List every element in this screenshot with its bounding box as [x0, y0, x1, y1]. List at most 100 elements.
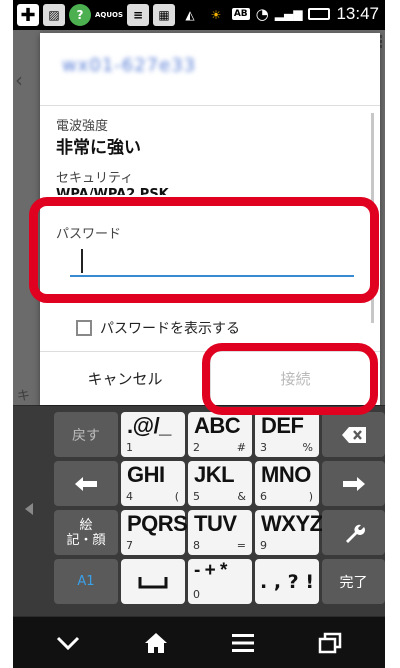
key-label: ABC: [194, 413, 241, 438]
key-sub-left: 8: [193, 539, 200, 552]
key-symbols[interactable]: .@/_ 1: [121, 412, 185, 457]
recent-apps-button[interactable]: [300, 617, 360, 668]
key-label: . , ? !: [260, 570, 314, 593]
weather-icon: ☀: [210, 8, 222, 22]
key-label: .@/_: [127, 413, 171, 438]
key-pqrs[interactable]: PQRS 7: [121, 510, 188, 555]
hide-keyboard-button[interactable]: [38, 617, 98, 668]
space-icon: [121, 559, 185, 604]
key-sub-left: 3: [260, 441, 267, 454]
key-sub-right: ): [308, 490, 313, 503]
security-value: WPA/WPA2 PSK: [56, 187, 169, 195]
signal-icon: ▂▄▆: [274, 7, 303, 21]
key-operators[interactable]: - + * 0: [188, 559, 252, 604]
qr-icon: ▦: [153, 4, 175, 26]
key-label: TUV: [194, 511, 237, 536]
back-chevron-icon: ‹: [15, 68, 23, 92]
screen: ✚ ▨ ? AQUOS ≡ ▦ ◭ ☀ AB ◔ ▂▄▆ 13:47 ‹ キ w…: [13, 0, 385, 668]
security-label: セキュリティ: [56, 171, 134, 186]
key-label: - + *: [194, 560, 227, 581]
key-sub-left: 4: [126, 490, 133, 503]
home-button[interactable]: [126, 617, 186, 668]
space-key[interactable]: [121, 559, 185, 604]
key-sub-left: 9: [260, 539, 267, 552]
wrench-icon: [322, 510, 385, 555]
emoji-key[interactable]: 絵 記・顔: [54, 510, 118, 555]
navigation-bar: [13, 617, 385, 668]
key-jkl[interactable]: JKL 5 &: [188, 461, 252, 506]
show-password-label: パスワードを表示する: [100, 321, 240, 337]
notes-icon: ≡: [127, 4, 149, 26]
recent-apps-icon: [318, 632, 342, 653]
key-abc[interactable]: ABC 2 #: [188, 412, 252, 457]
chevron-down-icon: [56, 636, 80, 650]
menu-icon: [232, 633, 254, 652]
image-icon: ▨: [43, 4, 65, 26]
key-punctuation[interactable]: . , ? !: [255, 559, 319, 604]
help-icon: ?: [69, 4, 91, 26]
key-sub-left: 5: [193, 490, 200, 503]
key-sub-left: 6: [260, 490, 267, 503]
signal-strength-value: 非常に強い: [56, 138, 141, 158]
plus-icon: ✚: [17, 4, 39, 26]
cursor-left-key[interactable]: [54, 461, 118, 506]
key-sub-right: =: [236, 539, 246, 552]
key-label: GHI: [127, 462, 165, 487]
notification-icons: ✚ ▨ ? AQUOS ≡ ▦ ◭ ☀: [17, 4, 227, 26]
undo-key[interactable]: 戻す: [54, 412, 118, 457]
key-label: PQRS: [127, 511, 188, 536]
phone-frame: ✚ ▨ ? AQUOS ≡ ▦ ◭ ☀ AB ◔ ▂▄▆ 13:47 ‹ キ w…: [0, 0, 400, 668]
key-sub-right: %: [302, 441, 313, 454]
emoji-key-label: 絵 記・顔: [66, 517, 106, 548]
status-right: AB ◔ ▂▄▆ 13:47: [231, 4, 379, 24]
menu-button[interactable]: [213, 617, 273, 668]
key-label: JKL: [194, 462, 235, 487]
clock: 13:47: [336, 4, 379, 23]
connect-highlight-box: [202, 343, 378, 415]
key-wxyz[interactable]: WXYZ 9: [255, 510, 323, 555]
home-icon: [145, 632, 167, 653]
network-badge: AB: [231, 8, 250, 20]
right-arrow-icon: [322, 461, 385, 506]
cancel-button[interactable]: キャンセル: [40, 352, 210, 405]
key-sub-left: 0: [193, 588, 200, 601]
network-name: wx01-627e33: [62, 55, 197, 76]
key-sub-right: #: [236, 441, 246, 454]
background-label: キ: [17, 389, 31, 404]
backspace-icon: [322, 412, 385, 457]
soft-keyboard: 戻す .@/_ 1 ABC 2 # DEF 3 % GHI 4 (JKL 5 …: [13, 406, 385, 616]
settings-key[interactable]: [322, 510, 385, 555]
key-mno[interactable]: MNO 6 ): [255, 461, 319, 506]
battery-icon: [308, 8, 331, 20]
left-arrow-icon: [54, 461, 118, 506]
undo-key-label: 戻す: [72, 427, 100, 444]
aquos-label: AQUOS: [94, 11, 124, 19]
aquos-icon: AQUOS: [95, 4, 123, 26]
wifi-icon: ◔: [255, 5, 269, 23]
key-sub-right: &: [237, 490, 246, 503]
key-label: DEF: [261, 413, 304, 438]
show-password-checkbox[interactable]: [76, 320, 92, 336]
warning-icon: ◭: [185, 8, 195, 22]
show-password-toggle[interactable]: パスワードを表示する: [76, 318, 240, 338]
password-highlight-box: [29, 197, 379, 303]
keyboard-collapse-arrow-icon[interactable]: [25, 503, 33, 515]
backspace-key[interactable]: [322, 412, 385, 457]
key-sub-right: (: [174, 490, 179, 503]
key-sub-left: 1: [126, 441, 133, 454]
mode-switch-key[interactable]: A1: [54, 559, 118, 604]
key-ghi[interactable]: GHI 4 (: [121, 461, 185, 506]
key-sub-left: 7: [126, 539, 133, 552]
key-label: WXYZ: [261, 511, 323, 536]
key-sub-left: 2: [193, 441, 200, 454]
cursor-right-key[interactable]: [322, 461, 385, 506]
key-label: MNO: [261, 462, 311, 487]
title-divider: [40, 105, 380, 106]
status-bar: ✚ ▨ ? AQUOS ≡ ▦ ◭ ☀ AB ◔ ▂▄▆ 13:47: [13, 0, 385, 30]
key-def[interactable]: DEF 3 %: [255, 412, 319, 457]
done-key[interactable]: 完了: [322, 559, 385, 604]
done-key-label: 完了: [339, 574, 368, 591]
signal-strength-label: 電波強度: [56, 119, 109, 134]
mode-switch-label: A1: [77, 574, 95, 589]
key-tuv[interactable]: TUV 8 =: [188, 510, 252, 555]
